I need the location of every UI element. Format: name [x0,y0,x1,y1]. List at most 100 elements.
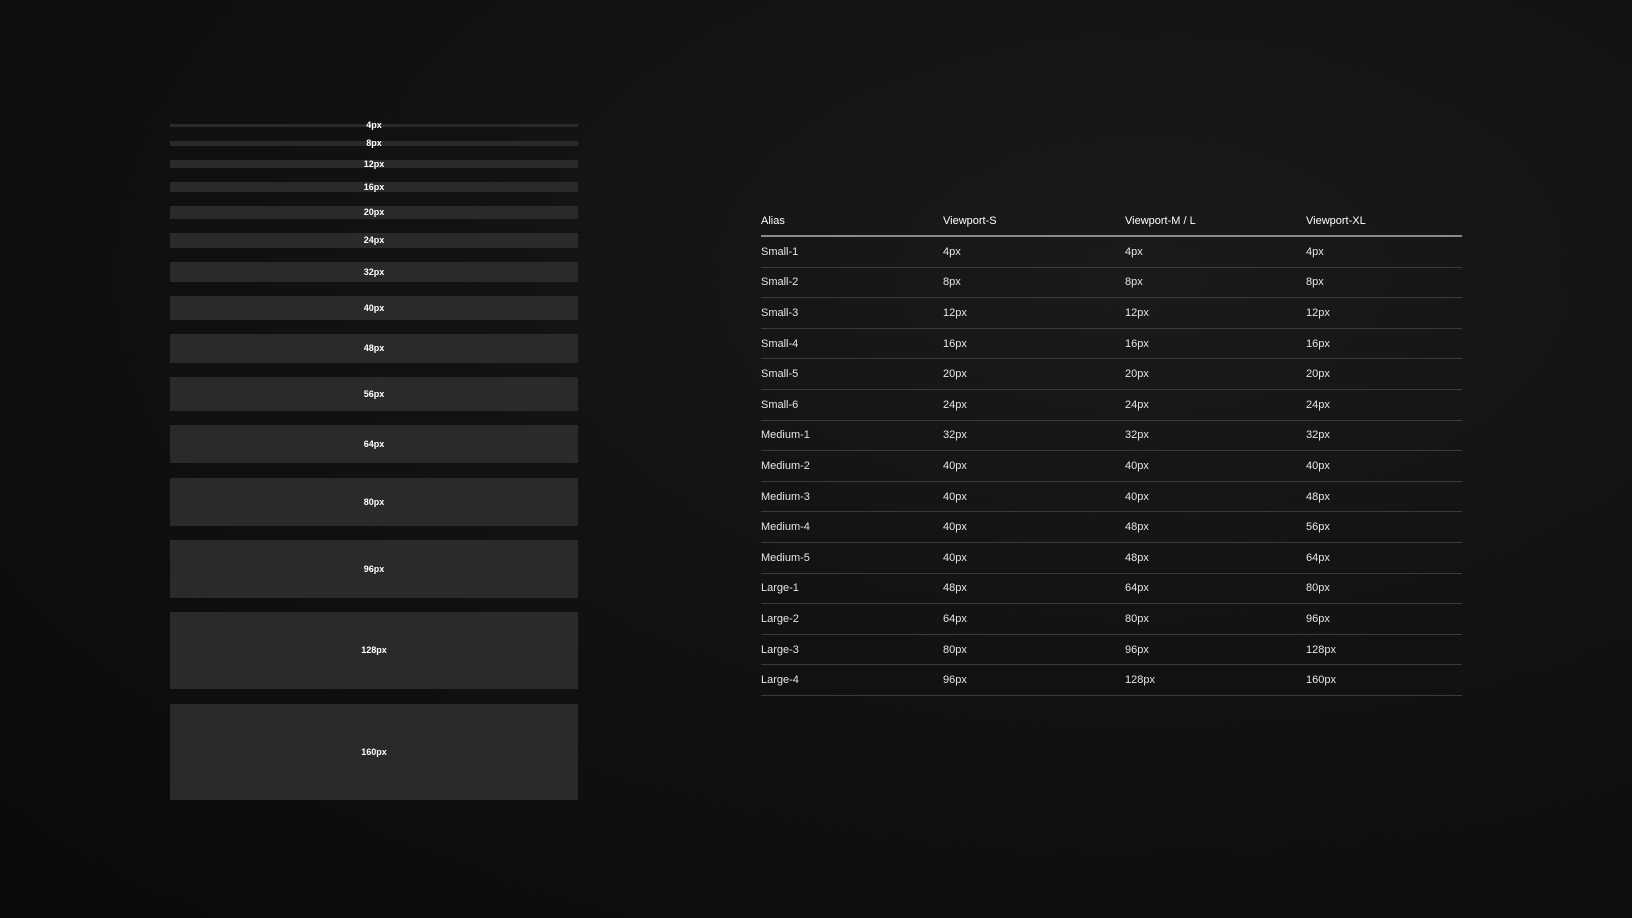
viewport-s-cell: 80px [943,634,1125,666]
spacing-bar-80: 80px [170,478,578,526]
spacing-bar-label: 40px [363,302,385,313]
header-viewport-s: Viewport-S [943,206,1125,237]
header-viewport-m-l: Viewport-M / L [1125,206,1306,237]
spacing-bar-label: 24px [363,235,385,245]
alias-cell: Small-6 [761,389,943,421]
viewport-xl-cell: 80px [1306,573,1462,605]
viewport-m-l-cell: 40px [1125,450,1306,482]
viewport-s-cell: 8px [943,267,1125,299]
viewport-m-l-cell: 64px [1125,573,1306,605]
viewport-m-l-cell: 48px [1125,542,1306,574]
viewport-s-cell: 40px [943,511,1125,543]
viewport-xl-cell: 56px [1306,511,1462,543]
spacing-bar-label: 32px [363,266,385,277]
spacing-bar-label: 80px [363,496,385,507]
viewport-m-l-cell: 128px [1125,664,1306,696]
alias-cell: Medium-5 [761,542,943,574]
viewport-xl-cell: 4px [1306,236,1462,268]
table-row: Large-3 80px 96px 128px [761,634,1462,666]
viewport-m-l-cell: 4px [1125,236,1306,268]
spacing-bar-32: 32px [170,262,578,282]
viewport-m-l-cell: 32px [1125,420,1306,452]
header-alias: Alias [761,206,943,237]
viewport-m-l-cell: 20px [1125,358,1306,390]
viewport-xl-cell: 96px [1306,603,1462,635]
viewport-m-l-cell: 96px [1125,634,1306,666]
alias-cell: Large-2 [761,603,943,635]
alias-cell: Small-3 [761,297,943,329]
table-row: Small-5 20px 20px 20px [761,358,1462,390]
spacing-bar-label: 160px [361,746,387,757]
alias-cell: Large-3 [761,634,943,666]
alias-cell: Small-5 [761,358,943,390]
viewport-xl-cell: 128px [1306,634,1462,666]
alias-cell: Large-1 [761,573,943,605]
spacing-bar-16: 16px [170,182,578,192]
viewport-xl-cell: 16px [1306,328,1462,360]
viewport-s-cell: 96px [943,664,1125,696]
spacing-bar-label: 56px [363,388,385,399]
spacing-bar-label: 64px [363,438,385,449]
table-row: Medium-2 40px 40px 40px [761,450,1462,482]
viewport-xl-cell: 24px [1306,389,1462,421]
alias-cell: Medium-3 [761,481,943,513]
spacing-bar-128: 128px [170,612,578,689]
table-row: Small-3 12px 12px 12px [761,297,1462,329]
spacing-bar-label: 16px [363,181,385,192]
spacing-bar-4: 4px [170,120,578,130]
viewport-s-cell: 32px [943,420,1125,452]
table-row: Large-2 64px 80px 96px [761,603,1462,635]
spacing-bar-48: 48px [170,334,578,363]
viewport-s-cell: 12px [943,297,1125,329]
viewport-m-l-cell: 40px [1125,481,1306,513]
table-row: Medium-5 40px 48px 64px [761,542,1462,574]
spacing-bar-label: 12px [363,158,385,169]
viewport-xl-cell: 40px [1306,450,1462,482]
spacing-bar-label: 96px [363,563,385,574]
viewport-m-l-cell: 12px [1125,297,1306,329]
viewport-m-l-cell: 48px [1125,511,1306,543]
viewport-m-l-cell: 16px [1125,328,1306,360]
viewport-s-cell: 64px [943,603,1125,635]
spacing-bar-24: 24px [170,233,578,248]
spacing-bar-label: 4px [366,120,382,130]
spacing-bar-8: 8px [170,138,578,148]
viewport-xl-cell: 8px [1306,267,1462,299]
spacing-bar-56: 56px [170,377,578,411]
table-row: Large-1 48px 64px 80px [761,573,1462,605]
viewport-m-l-cell: 24px [1125,389,1306,421]
header-viewport-xl: Viewport-XL [1306,206,1462,237]
viewport-s-cell: 40px [943,450,1125,482]
spacing-bar-label: 20px [363,207,385,217]
table-row: Small-4 16px 16px 16px [761,328,1462,360]
viewport-xl-cell: 32px [1306,420,1462,452]
alias-cell: Small-1 [761,236,943,268]
table-row: Large-4 96px 128px 160px [761,664,1462,696]
viewport-s-cell: 16px [943,328,1125,360]
viewport-s-cell: 40px [943,481,1125,513]
table-row: Medium-3 40px 40px 48px [761,481,1462,513]
viewport-xl-cell: 20px [1306,358,1462,390]
spacing-bar-40: 40px [170,296,578,320]
spacing-bar-160: 160px [170,704,578,800]
spacing-bar-label: 128px [361,645,387,655]
alias-cell: Small-2 [761,267,943,299]
viewport-m-l-cell: 8px [1125,267,1306,299]
table-row: Medium-1 32px 32px 32px [761,420,1462,452]
viewport-xl-cell: 48px [1306,481,1462,513]
spacing-alias-table: Alias Viewport-S Viewport-M / L Viewport… [761,206,1462,696]
table-row: Small-2 8px 8px 8px [761,267,1462,299]
spacing-bar-label: 48px [363,343,385,353]
table-row: Small-1 4px 4px 4px [761,236,1462,268]
spacing-bar-20: 20px [170,206,578,219]
alias-cell: Large-4 [761,664,943,696]
spacing-bar-label: 8px [366,138,382,148]
alias-cell: Medium-1 [761,420,943,452]
alias-cell: Medium-2 [761,450,943,482]
viewport-s-cell: 24px [943,389,1125,421]
viewport-s-cell: 48px [943,573,1125,605]
viewport-s-cell: 40px [943,542,1125,574]
table-row: Medium-4 40px 48px 56px [761,511,1462,543]
viewport-s-cell: 20px [943,358,1125,390]
spacing-bar-96: 96px [170,540,578,598]
